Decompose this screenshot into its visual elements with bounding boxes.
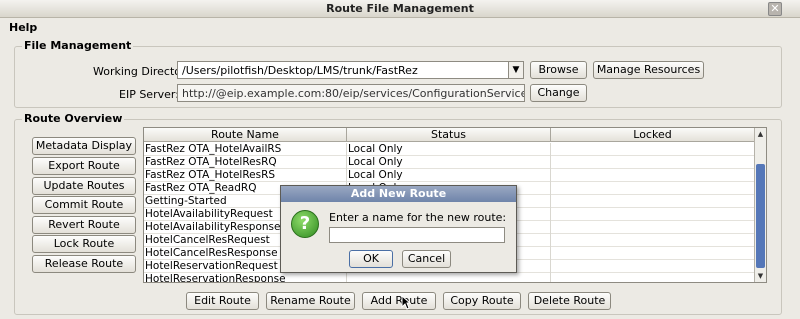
- table-cell-locked: [551, 221, 755, 234]
- release-route-button[interactable]: Release Route: [32, 255, 136, 273]
- table-cell-locked: [551, 169, 755, 182]
- metadata-display-button[interactable]: Metadata Display: [32, 137, 136, 155]
- table-cell-locked: [551, 273, 755, 282]
- route-overview-title: Route Overview: [22, 112, 125, 125]
- dialog-prompt: Enter a name for the new route:: [329, 211, 507, 224]
- table-cell-status: [347, 273, 551, 282]
- table-row[interactable]: FastRez OTA_HotelAvailRS Local Only: [144, 143, 755, 156]
- export-route-button[interactable]: Export Route: [32, 157, 136, 175]
- delete-route-button[interactable]: Delete Route: [528, 292, 611, 310]
- close-icon: ✕: [770, 2, 780, 15]
- eip-server-field[interactable]: http://@eip.example.com:80/eip/services/…: [177, 84, 525, 102]
- route-name-input[interactable]: [329, 227, 505, 243]
- table-cell-locked: [551, 195, 755, 208]
- scroll-thumb[interactable]: [756, 164, 765, 268]
- scroll-up-icon[interactable]: ▲: [755, 128, 766, 140]
- table-cell-locked: [551, 143, 755, 156]
- file-management-title: File Management: [22, 39, 134, 52]
- table-cell-name: FastRez OTA_HotelAvailRS: [144, 143, 347, 156]
- menu-bar: Help: [0, 18, 790, 36]
- eip-server-label: EIP Server:: [119, 88, 179, 101]
- commit-route-button[interactable]: Commit Route: [32, 196, 136, 214]
- add-new-route-dialog: Add New Route ? Enter a name for the new…: [280, 185, 517, 273]
- working-directory-field[interactable]: /Users/pilotfish/Desktop/LMS/trunk/FastR…: [177, 61, 509, 79]
- column-header-route-name[interactable]: Route Name: [144, 128, 347, 142]
- question-icon: ?: [291, 210, 319, 238]
- change-button[interactable]: Change: [530, 84, 587, 102]
- scroll-down-icon[interactable]: ▼: [755, 270, 766, 282]
- table-cell-name: FastRez OTA_HotelResRS: [144, 169, 347, 182]
- mouse-cursor-icon: [401, 295, 411, 310]
- dialog-cancel-button[interactable]: Cancel: [402, 250, 451, 268]
- close-button[interactable]: ✕: [768, 2, 782, 16]
- table-row[interactable]: HotelReservationResponse: [144, 273, 755, 282]
- column-header-locked[interactable]: Locked: [551, 128, 755, 142]
- copy-route-button[interactable]: Copy Route: [443, 292, 521, 310]
- revert-route-button[interactable]: Revert Route: [32, 216, 136, 234]
- chevron-down-icon[interactable]: ▼: [508, 61, 524, 79]
- manage-resources-button[interactable]: Manage Resources: [593, 61, 704, 79]
- table-row[interactable]: FastRez OTA_HotelResRS Local Only: [144, 169, 755, 182]
- vertical-scrollbar[interactable]: ▲ ▼: [754, 128, 766, 282]
- window-title-bar: Route File Management: [0, 0, 800, 18]
- dialog-ok-button[interactable]: OK: [349, 250, 393, 268]
- update-routes-button[interactable]: Update Routes: [32, 177, 136, 195]
- browse-button[interactable]: Browse: [530, 61, 587, 79]
- table-cell-status: Local Only: [347, 169, 551, 182]
- table-cell-name: HotelReservationResponse: [144, 273, 347, 282]
- table-cell-locked: [551, 156, 755, 169]
- menu-help[interactable]: Help: [9, 21, 37, 34]
- table-cell-name: FastRez OTA_HotelResRQ: [144, 156, 347, 169]
- window-title: Route File Management: [326, 2, 474, 15]
- dialog-title: Add New Route: [281, 186, 516, 202]
- table-cell-status: Local Only: [347, 156, 551, 169]
- edit-route-button[interactable]: Edit Route: [186, 292, 259, 310]
- table-row[interactable]: FastRez OTA_HotelResRQ Local Only: [144, 156, 755, 169]
- table-cell-locked: [551, 234, 755, 247]
- rename-route-button[interactable]: Rename Route: [266, 292, 355, 310]
- table-cell-locked: [551, 208, 755, 221]
- table-cell-status: Local Only: [347, 143, 551, 156]
- table-cell-locked: [551, 182, 755, 195]
- lock-route-button[interactable]: Lock Route: [32, 235, 136, 253]
- column-header-status[interactable]: Status: [347, 128, 551, 142]
- add-route-button[interactable]: Add Route: [362, 292, 436, 310]
- table-cell-locked: [551, 260, 755, 273]
- table-cell-locked: [551, 247, 755, 260]
